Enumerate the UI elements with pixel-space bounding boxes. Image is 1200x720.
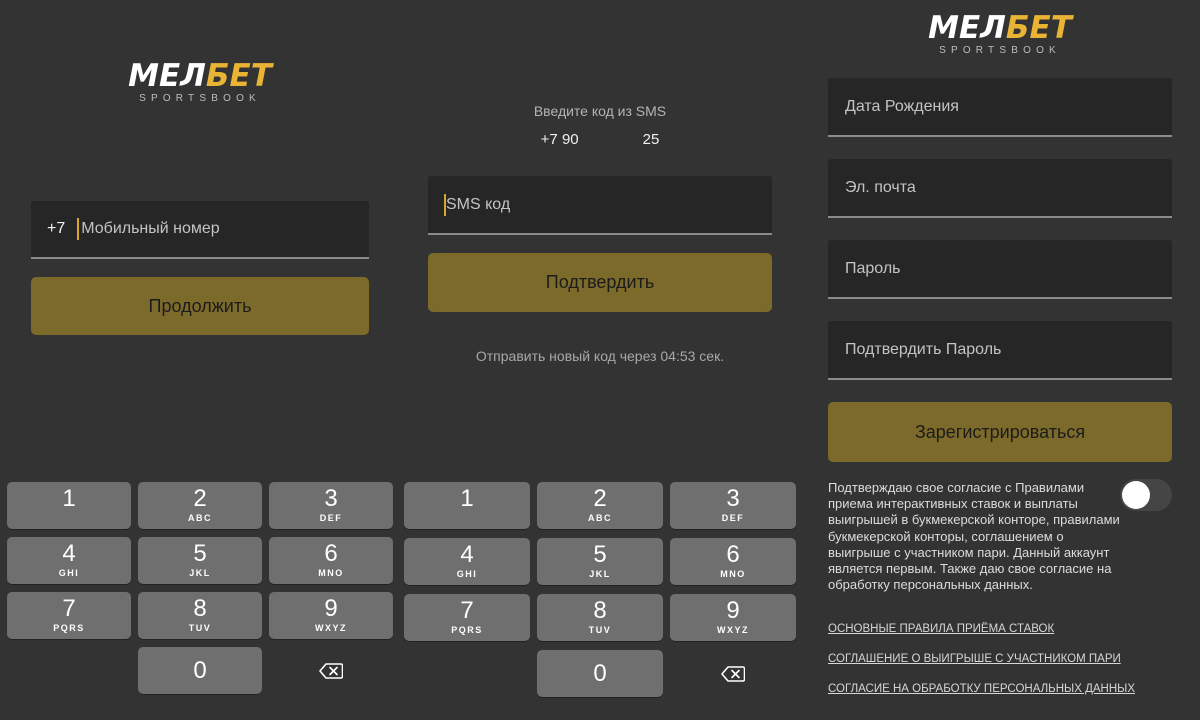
key-letters: TUV (588, 625, 612, 635)
personal-data-consent-link[interactable]: СОГЛАСИЕ НА ОБРАБОТКУ ПЕРСОНАЛЬНЫХ ДАННЫ… (828, 683, 1135, 695)
brand-logo: МЕЛБЕТ SPORTSBOOK (800, 12, 1200, 57)
key-8[interactable]: 8 TUV (138, 592, 262, 639)
key-digit: 6 (324, 540, 338, 567)
key-letters: JKL (189, 568, 211, 578)
key-letters: JKL (589, 569, 611, 579)
text-caret (77, 218, 80, 240)
registration-screen: МЕЛБЕТ SPORTSBOOK Дата Рождения Эл. почт… (800, 0, 1200, 720)
logo-text-yellow: БЕТ (1005, 10, 1072, 46)
phone-end: 25 (642, 131, 660, 148)
key-digit: 1 (460, 485, 474, 512)
key-7[interactable]: 7 PQRS (404, 594, 530, 641)
birth-date-placeholder: Дата Рождения (845, 97, 959, 115)
sms-screen: Введите код из SMS +7 90 25 SMS код Подтв… (400, 0, 800, 720)
key-5[interactable]: 5 JKL (138, 537, 262, 584)
key-8[interactable]: 8 TUV (537, 594, 663, 641)
phone-field[interactable]: +7 Мобильный номер (31, 201, 369, 259)
phone-start: +7 90 (540, 131, 579, 148)
backspace-icon[interactable] (319, 662, 344, 684)
key-digit: 2 (193, 485, 207, 512)
logo-wordmark: МЕЛБЕТ (800, 12, 1200, 44)
confirm-password-placeholder: Подтвердить Пароль (845, 340, 1002, 358)
sms-code-field[interactable]: SMS код (428, 176, 772, 235)
key-letters: PQRS (451, 625, 483, 635)
key-digit: 8 (193, 595, 207, 622)
key-digit: 3 (726, 485, 740, 512)
confirm-password-field[interactable]: Подтвердить Пароль (828, 321, 1172, 380)
key-letters: ABC (188, 513, 212, 523)
password-placeholder: Пароль (845, 259, 901, 277)
logo-text-white: МЕЛ (128, 58, 206, 94)
key-4[interactable]: 4 GHI (7, 537, 131, 584)
phone-screen: МЕЛБЕТ SPORTSBOOK +7 Мобильный номер Про… (0, 0, 400, 720)
confirm-button[interactable]: Подтвердить (428, 253, 772, 312)
key-5[interactable]: 5 JKL (537, 538, 663, 585)
consent-text: Подтверждаю свое согласие с Правилами пр… (828, 480, 1120, 593)
key-digit: 0 (193, 657, 207, 684)
key-digit: 5 (193, 540, 207, 567)
key-digit: 7 (62, 595, 76, 622)
logo-wordmark: МЕЛБЕТ (0, 60, 400, 92)
sms-prompt: Введите код из SMS (533, 103, 667, 119)
country-code[interactable]: +7 (47, 220, 65, 238)
key-1[interactable]: 1 (404, 482, 530, 529)
key-digit: 9 (726, 597, 740, 624)
phone-placeholder: Мобильный номер (81, 220, 220, 237)
key-letters: TUV (188, 623, 212, 633)
key-3[interactable]: 3 DEF (269, 482, 393, 529)
continue-button[interactable]: Продолжить (31, 277, 369, 335)
key-letters: MNO (318, 568, 344, 578)
password-field[interactable]: Пароль (828, 240, 1172, 299)
key-9[interactable]: 9 WXYZ (670, 594, 796, 641)
key-digit: 9 (324, 595, 338, 622)
key-9[interactable]: 9 WXYZ (269, 592, 393, 639)
betting-rules-link[interactable]: ОСНОВНЫЕ ПРАВИЛА ПРИЁМА СТАВОК (828, 623, 1054, 635)
key-digit: 4 (460, 541, 474, 568)
resend-timer: Отправить новый код через 04:53 сек. (475, 348, 725, 364)
key-letters: DEF (721, 513, 745, 523)
key-letters: GHI (58, 568, 80, 578)
brand-logo: МЕЛБЕТ SPORTSBOOK (0, 60, 400, 105)
logo-text-white: МЕЛ (928, 10, 1006, 46)
email-field[interactable]: Эл. почта (828, 159, 1172, 218)
key-1[interactable]: 1 (7, 482, 131, 529)
key-digit: 0 (593, 660, 607, 687)
logo-subtitle: SPORTSBOOK (939, 45, 1061, 56)
key-letters: WXYZ (315, 623, 347, 633)
backspace-icon[interactable] (721, 665, 746, 687)
key-digit: 3 (324, 485, 338, 512)
key-letters: WXYZ (717, 625, 749, 635)
key-digit: 7 (460, 597, 474, 624)
key-letters: MNO (720, 569, 746, 579)
toggle-knob (1122, 481, 1150, 509)
key-0[interactable]: 0 (138, 647, 262, 694)
key-letters: PQRS (53, 623, 85, 633)
logo-subtitle: SPORTSBOOK (139, 93, 261, 104)
key-6[interactable]: 6 MNO (269, 537, 393, 584)
register-button[interactable]: Зарегистрироваться (828, 402, 1172, 462)
winnings-agreement-link[interactable]: СОГЛАШЕНИЕ О ВЫИГРЫШЕ С УЧАСТНИКОМ ПАРИ (828, 653, 1121, 665)
key-digit: 6 (726, 541, 740, 568)
key-digit: 1 (62, 485, 76, 512)
consent-toggle[interactable] (1120, 479, 1172, 511)
key-7[interactable]: 7 PQRS (7, 592, 131, 639)
key-6[interactable]: 6 MNO (670, 538, 796, 585)
key-0[interactable]: 0 (537, 650, 663, 697)
key-3[interactable]: 3 DEF (670, 482, 796, 529)
key-2[interactable]: 2 ABC (138, 482, 262, 529)
key-digit: 8 (593, 597, 607, 624)
email-placeholder: Эл. почта (845, 178, 916, 196)
key-digit: 2 (593, 485, 607, 512)
key-letters: GHI (456, 569, 478, 579)
key-4[interactable]: 4 GHI (404, 538, 530, 585)
key-digit: 5 (593, 541, 607, 568)
logo-text-yellow: БЕТ (205, 58, 272, 94)
sms-code-placeholder: SMS код (446, 195, 511, 213)
birth-date-field[interactable]: Дата Рождения (828, 78, 1172, 137)
key-letters: DEF (319, 513, 343, 523)
key-digit: 4 (62, 540, 76, 567)
key-letters: ABC (588, 513, 612, 523)
masked-phone: +7 90 25 (400, 131, 800, 148)
key-2[interactable]: 2 ABC (537, 482, 663, 529)
